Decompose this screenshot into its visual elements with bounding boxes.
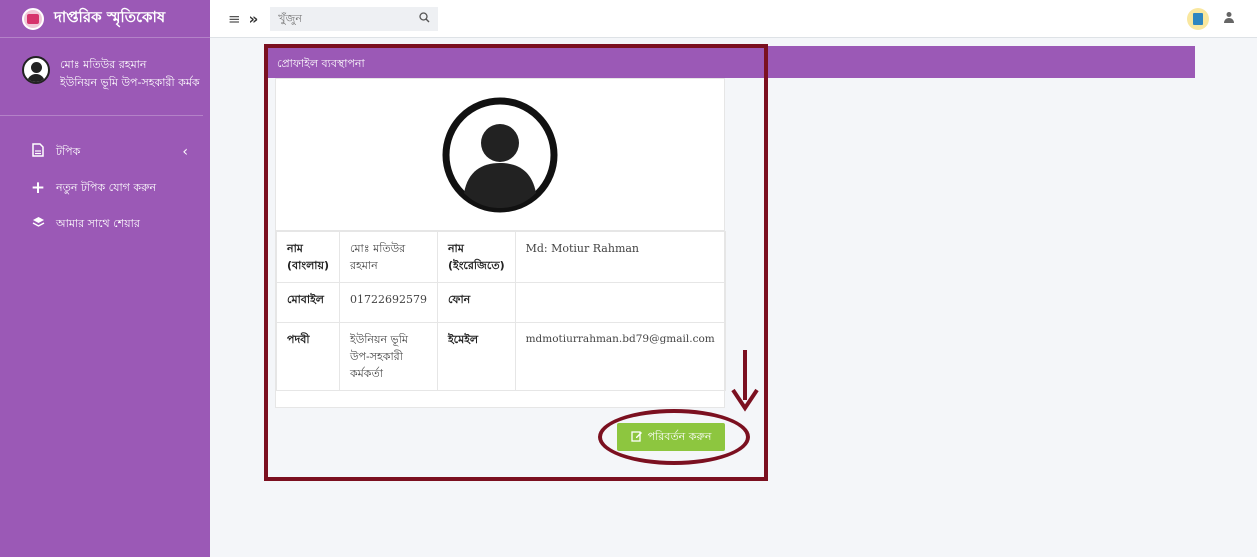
brand-title: দাপ্তরিক স্মৃতিকোষ <box>54 8 166 26</box>
brand-logo-icon <box>22 7 44 30</box>
annotation-ellipse <box>598 409 750 465</box>
plus-icon: + <box>30 178 46 198</box>
search-icon[interactable] <box>419 11 430 26</box>
avatar <box>22 56 50 84</box>
expand-icon[interactable]: » <box>249 10 259 28</box>
search-input[interactable] <box>278 12 419 25</box>
menu-icon[interactable]: ≡ <box>228 10 241 28</box>
topbar: ≡ » <box>210 0 1257 38</box>
sidebar-item-add-topic[interactable]: + নতুন টপিক যোগ করুন <box>0 170 210 206</box>
sidebar-item-topic[interactable]: টপিক ‹ <box>0 134 210 170</box>
sidebar-item-label: আমার সাথে শেয়ার <box>56 216 140 230</box>
user-designation: ইউনিয়ন ভূমি উপ-সহকারী কর্মক <box>60 76 200 89</box>
chevron-left-icon: ‹ <box>182 144 188 160</box>
layers-icon <box>30 216 46 232</box>
notification-icon[interactable] <box>1187 7 1209 30</box>
user-name: মোঃ মতিউর রহমান <box>60 58 147 71</box>
user-panel[interactable]: মোঃ মতিউর রহমান ইউনিয়ন ভূমি উপ-সহকারী ক… <box>0 38 203 116</box>
sidebar-item-shared[interactable]: আমার সাথে শেয়ার <box>0 206 210 242</box>
brand[interactable]: দাপ্তরিক স্মৃতিকোষ <box>0 0 210 38</box>
sidebar-item-label: টপিক <box>56 144 81 158</box>
user-icon[interactable] <box>1223 11 1235 27</box>
sidebar: দাপ্তরিক স্মৃতিকোষ মোঃ মতিউর রহমান ইউনিয… <box>0 0 210 557</box>
sidebar-nav: টপিক ‹ + নতুন টপিক যোগ করুন আমার সাথে শে… <box>0 116 210 242</box>
search-box <box>270 6 439 31</box>
annotation-arrow-icon <box>731 350 759 412</box>
sidebar-item-label: নতুন টপিক যোগ করুন <box>56 180 157 194</box>
file-icon <box>30 143 46 161</box>
